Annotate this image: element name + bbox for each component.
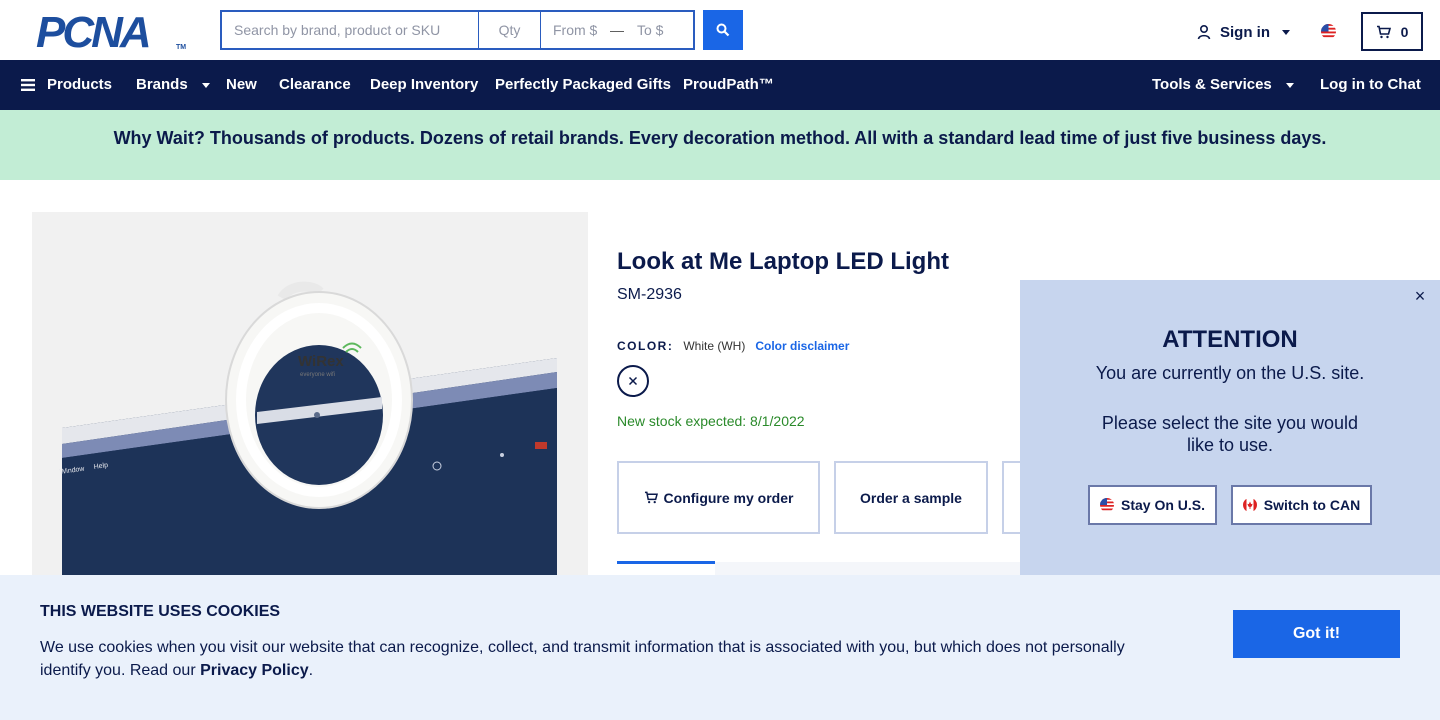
menu-icon bbox=[21, 79, 35, 91]
chevron-down-icon bbox=[1285, 82, 1294, 88]
order-sample-button[interactable]: Order a sample bbox=[834, 461, 988, 534]
nav-clearance-label: Clearance bbox=[279, 76, 351, 93]
price-to-input[interactable] bbox=[625, 12, 691, 48]
privacy-policy-link[interactable]: Privacy Policy bbox=[200, 662, 309, 679]
switch-to-can-button[interactable]: Switch to CAN bbox=[1231, 485, 1372, 525]
sign-in-label: Sign in bbox=[1220, 23, 1270, 41]
color-row: COLOR: White (WH) Color disclaimer bbox=[617, 339, 849, 353]
search-button[interactable] bbox=[703, 10, 743, 50]
pcna-logo[interactable]: PCNA TM bbox=[36, 8, 187, 57]
popup-title: ATTENTION bbox=[1162, 326, 1298, 353]
cart-icon bbox=[644, 491, 658, 504]
cart-icon bbox=[1376, 25, 1391, 38]
nav-products[interactable]: Products bbox=[21, 60, 112, 110]
site-header: PCNA TM — Sign in bbox=[0, 0, 1440, 60]
sign-in-menu[interactable]: Sign in bbox=[1196, 22, 1290, 42]
stay-on-us-label: Stay On U.S. bbox=[1120, 497, 1206, 513]
canada-flag-icon bbox=[1242, 498, 1257, 512]
popup-select-site-text: Please select the site you would like to… bbox=[1101, 413, 1359, 455]
wirex-tagline: everyone wifi bbox=[300, 372, 335, 378]
nav-clearance[interactable]: Clearance bbox=[279, 60, 351, 110]
nav-brands-label: Brands bbox=[136, 76, 188, 93]
color-value: White (WH) bbox=[683, 339, 746, 353]
search-input[interactable] bbox=[222, 12, 479, 48]
nav-gifts[interactable]: Perfectly Packaged Gifts bbox=[495, 60, 671, 110]
main-nav: Products Brands New Clearance Deep Inven… bbox=[0, 60, 1440, 110]
cookie-accept-button[interactable]: Got it! bbox=[1233, 610, 1400, 658]
order-sample-label: Order a sample bbox=[860, 489, 962, 506]
search-bar: — bbox=[220, 10, 695, 50]
tab-bar bbox=[715, 562, 1035, 576]
us-flag-icon bbox=[1099, 498, 1114, 512]
product-sku: SM-2936 bbox=[617, 286, 682, 303]
user-icon bbox=[1197, 24, 1211, 40]
nav-chat-label: Log in to Chat bbox=[1320, 76, 1421, 93]
qty-input[interactable] bbox=[479, 12, 541, 48]
us-flag-icon[interactable] bbox=[1321, 24, 1336, 39]
nav-gifts-label: Perfectly Packaged Gifts bbox=[495, 76, 671, 93]
cookie-banner: THIS WEBSITE USES COOKIES We use cookies… bbox=[0, 575, 1440, 720]
close-icon bbox=[628, 376, 638, 386]
active-tab-indicator bbox=[617, 561, 715, 564]
popup-current-site-text: You are currently on the U.S. site. bbox=[1095, 363, 1365, 383]
chevron-down-icon bbox=[201, 82, 210, 88]
cookie-title: THIS WEBSITE USES COOKIES bbox=[40, 603, 281, 620]
stock-status: New stock expected: 8/1/2022 bbox=[617, 413, 805, 429]
nav-tools-label: Tools & Services bbox=[1152, 76, 1272, 93]
nav-tools-services[interactable]: Tools & Services bbox=[1152, 60, 1294, 110]
price-from-input[interactable] bbox=[541, 12, 609, 48]
color-label: COLOR: bbox=[617, 339, 674, 353]
nav-new-label: New bbox=[226, 76, 257, 93]
logo-trademark: TM bbox=[176, 44, 187, 51]
logo-text: PCNA bbox=[36, 8, 152, 57]
cookie-text-end: . bbox=[308, 662, 314, 679]
nav-log-in-to-chat[interactable]: Log in to Chat bbox=[1320, 60, 1421, 110]
switch-to-can-label: Switch to CAN bbox=[1263, 497, 1361, 513]
country-select-popup: × ATTENTION You are currently on the U.S… bbox=[1020, 280, 1440, 576]
product-photo: Window Help WiRex everyone wifi bbox=[32, 212, 588, 592]
search-icon bbox=[716, 23, 730, 37]
nav-products-label: Products bbox=[47, 76, 113, 93]
close-icon[interactable]: × bbox=[1410, 286, 1430, 306]
wirex-logo-text: WiRex bbox=[298, 353, 344, 370]
product-image[interactable]: Window Help WiRex everyone wifi bbox=[32, 212, 588, 592]
nav-brands[interactable]: Brands bbox=[136, 60, 210, 110]
nav-deep-inventory[interactable]: Deep Inventory bbox=[370, 60, 478, 110]
page: PCNA TM — Sign in bbox=[0, 0, 1440, 720]
nav-new[interactable]: New bbox=[226, 60, 257, 110]
chevron-down-icon bbox=[1282, 29, 1290, 35]
color-disclaimer-link[interactable]: Color disclaimer bbox=[755, 339, 849, 353]
configure-order-button[interactable]: Configure my order bbox=[617, 461, 820, 534]
nav-proudpath[interactable]: ProudPath™ bbox=[683, 60, 774, 110]
promo-banner-text: Why Wait? Thousands of products. Dozens … bbox=[113, 128, 1327, 148]
price-range-dash: — bbox=[610, 22, 624, 38]
nav-deep-inventory-label: Deep Inventory bbox=[370, 76, 479, 93]
cart-count: 0 bbox=[1400, 23, 1409, 40]
promo-banner: Why Wait? Thousands of products. Dozens … bbox=[0, 110, 1440, 180]
stay-on-us-button[interactable]: Stay On U.S. bbox=[1088, 485, 1217, 525]
cart-button[interactable]: 0 bbox=[1361, 12, 1423, 51]
product-title: Look at Me Laptop LED Light bbox=[617, 248, 949, 275]
cookie-text: We use cookies when you visit our websit… bbox=[40, 636, 1150, 682]
configure-order-label: Configure my order bbox=[663, 489, 794, 506]
color-swatch-white[interactable] bbox=[617, 365, 649, 397]
nav-proudpath-label: ProudPath™ bbox=[683, 76, 774, 93]
